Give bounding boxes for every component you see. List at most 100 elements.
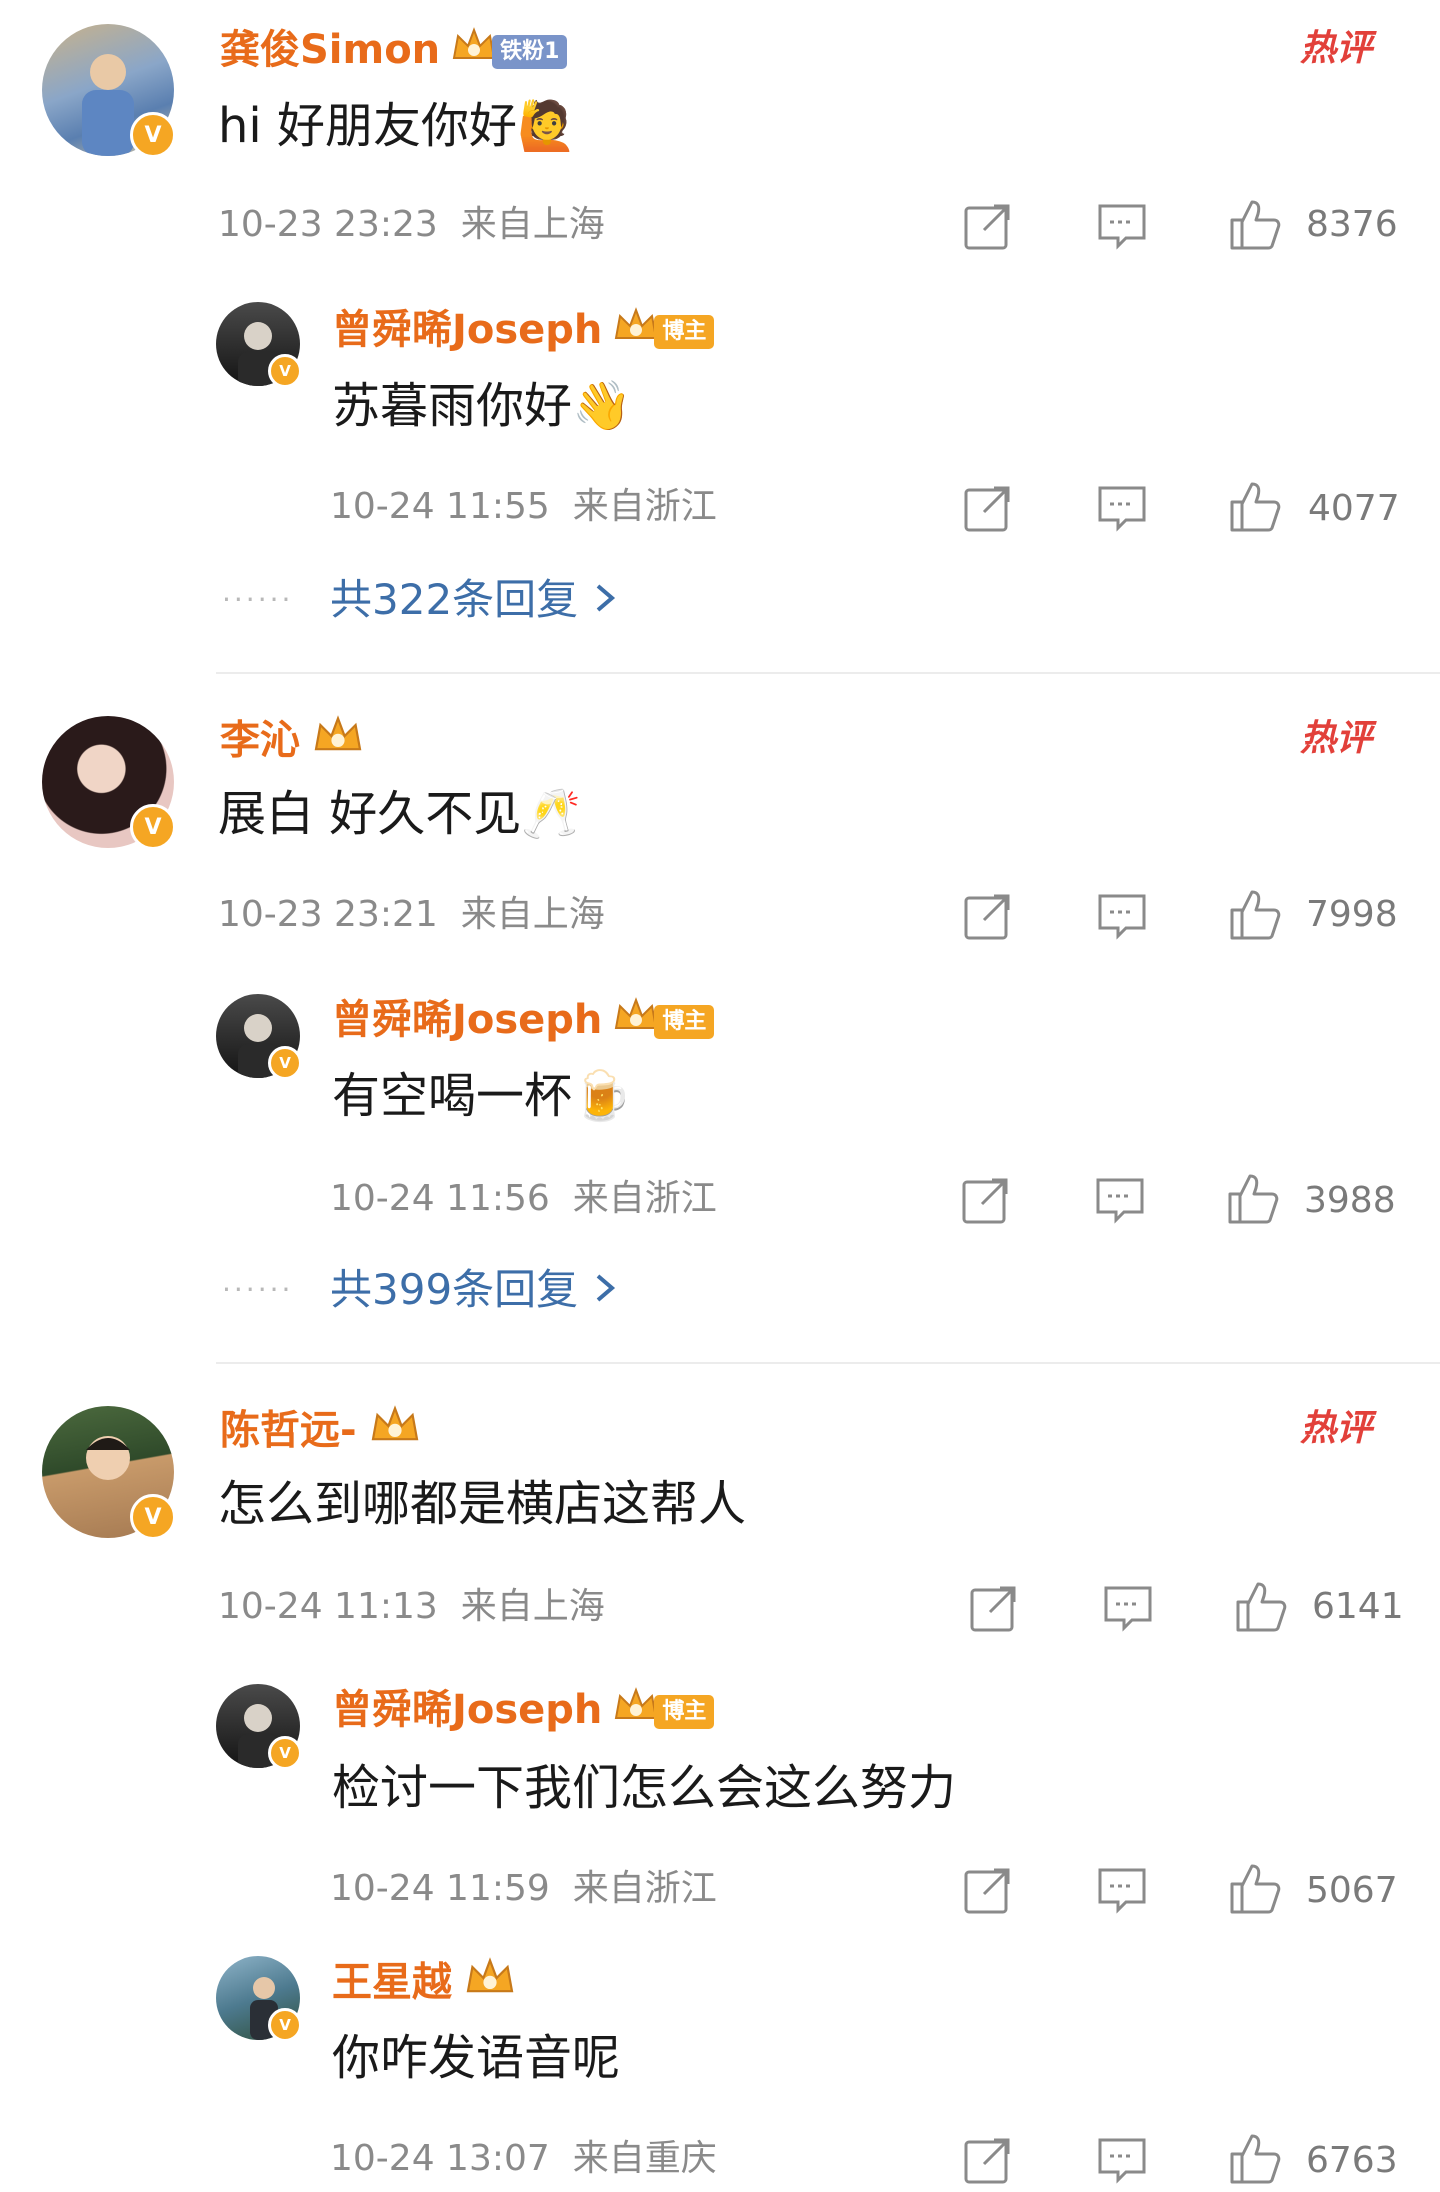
avatar[interactable]: V (216, 1684, 302, 1770)
reply-location: 来自浙江 (572, 1178, 717, 1219)
verified-badge-icon: V (268, 2008, 302, 2042)
reply-location: 来自重庆 (572, 2138, 717, 2179)
reply-time: 10-24 11:56 (330, 1178, 550, 1219)
like-icon[interactable] (1224, 1170, 1280, 1230)
crown-icon (367, 1404, 423, 1461)
reply-author-name[interactable]: 王星越 (332, 1956, 518, 2013)
host-badge: 博主 (654, 1695, 715, 1729)
like-icon[interactable] (1226, 886, 1282, 946)
comment-text: 展白 好久不见🥂 (218, 786, 582, 842)
commenter-name[interactable]: 龚俊Simon 铁粉1 (220, 24, 568, 79)
avatar[interactable]: V (216, 302, 302, 388)
verified-badge-icon: V (130, 112, 176, 158)
verified-badge-icon: V (268, 1046, 302, 1080)
avatar[interactable]: V (42, 1406, 176, 1540)
chevron-right-icon (592, 1265, 618, 1314)
hot-comment-label: 热评 (1300, 1408, 1373, 1449)
comment-location: 来自上海 (460, 894, 605, 935)
more-replies-dots: ······ (222, 583, 294, 616)
avatar[interactable]: V (216, 994, 302, 1080)
reply-text: 你咋发语音呢 (332, 2030, 621, 2086)
crown-icon (310, 714, 366, 771)
hot-comment-label: 热评 (1300, 718, 1373, 759)
verified-badge-icon: V (130, 1494, 176, 1540)
share-icon[interactable] (968, 1582, 1020, 1638)
like-count: 6141 (1312, 1586, 1404, 1627)
comment-time: 10-23 23:23 (218, 204, 438, 245)
avatar[interactable]: V (42, 716, 176, 850)
like-count: 8376 (1306, 204, 1398, 245)
comment-icon[interactable] (1096, 482, 1148, 538)
hot-comment-label: 热评 (1300, 28, 1373, 69)
share-icon[interactable] (962, 2134, 1014, 2190)
crown-icon (612, 1686, 660, 1739)
share-icon[interactable] (962, 482, 1014, 538)
comment-icon[interactable] (1096, 2134, 1148, 2190)
verified-badge-icon: V (268, 354, 302, 388)
verified-badge-icon: V (268, 1736, 302, 1770)
comment-meta: 10-23 23:23 来自上海 (218, 202, 605, 248)
comment-time: 10-23 23:21 (218, 894, 438, 935)
reply-meta: 10-24 11:59 来自浙江 (330, 1866, 717, 1912)
comment-icon[interactable] (1096, 200, 1148, 256)
like-count: 7998 (1306, 894, 1398, 935)
crown-icon (612, 306, 660, 359)
like-icon[interactable] (1226, 478, 1282, 538)
comment-location: 来自上海 (460, 204, 605, 245)
reply-time: 10-24 11:59 (330, 1868, 550, 1909)
crown-icon (462, 1956, 518, 2013)
reply-text: 检讨一下我们怎么会这么努力 (332, 1760, 957, 1816)
crown-icon (450, 26, 498, 79)
like-count: 3988 (1304, 1180, 1396, 1221)
reply-text: 苏暮雨你好👋 (332, 378, 632, 434)
chevron-right-icon (592, 575, 618, 624)
reply-time: 10-24 13:07 (330, 2138, 550, 2179)
thread-divider (216, 672, 1440, 674)
comment-text: hi 好朋友你好🙋 (218, 98, 577, 154)
comment-meta: 10-24 11:13 来自上海 (218, 1584, 605, 1630)
reply-meta: 10-24 13:07 来自重庆 (330, 2136, 717, 2182)
reply-meta: 10-24 11:56 来自浙江 (330, 1176, 717, 1222)
reply-author-name[interactable]: 曾舜晞Joseph 博主 (332, 1684, 715, 1739)
host-badge: 博主 (654, 1005, 715, 1039)
comment-meta: 10-23 23:21 来自上海 (218, 892, 605, 938)
comment-icon[interactable] (1102, 1582, 1154, 1638)
like-icon[interactable] (1226, 2130, 1282, 2190)
comment-icon[interactable] (1094, 1174, 1146, 1230)
reply-time: 10-24 11:55 (330, 486, 550, 527)
like-icon[interactable] (1226, 196, 1282, 256)
fan-level-badge: 铁粉1 (492, 35, 568, 69)
avatar[interactable]: V (42, 24, 176, 158)
more-replies-link[interactable]: 共322条回复 (330, 572, 618, 628)
reply-location: 来自浙江 (572, 1868, 717, 1909)
comment-text: 怎么到哪都是横店这帮人 (218, 1476, 747, 1532)
comment-icon[interactable] (1096, 890, 1148, 946)
comment-feed: V 龚俊Simon 铁粉1 热评 hi 好朋友你好🙋 10-23 23:23 来自… (0, 0, 1440, 2192)
like-count: 5067 (1306, 1870, 1398, 1911)
share-icon[interactable] (962, 1864, 1014, 1920)
reply-text: 有空喝一杯🍺 (332, 1068, 632, 1124)
reply-meta: 10-24 11:55 来自浙江 (330, 484, 717, 530)
comment-time: 10-24 11:13 (218, 1586, 438, 1627)
comment-icon[interactable] (1096, 1864, 1148, 1920)
avatar[interactable]: V (216, 1956, 302, 2042)
reply-author-name[interactable]: 曾舜晞Joseph 博主 (332, 304, 715, 359)
like-count: 4077 (1308, 488, 1400, 529)
verified-badge-icon: V (130, 804, 176, 850)
commenter-name[interactable]: 陈哲远- (220, 1404, 423, 1461)
like-count: 6763 (1306, 2140, 1398, 2181)
crown-icon (612, 996, 660, 1049)
like-icon[interactable] (1226, 1860, 1282, 1920)
share-icon[interactable] (962, 200, 1014, 256)
like-icon[interactable] (1232, 1578, 1288, 1638)
reply-location: 来自浙江 (572, 486, 717, 527)
thread-divider (216, 1362, 1440, 1364)
reply-author-name[interactable]: 曾舜晞Joseph 博主 (332, 994, 715, 1049)
commenter-name[interactable]: 李沁 (220, 714, 366, 771)
more-replies-link[interactable]: 共399条回复 (330, 1262, 618, 1318)
host-badge: 博主 (654, 315, 715, 349)
share-icon[interactable] (960, 1174, 1012, 1230)
comment-location: 来自上海 (460, 1586, 605, 1627)
more-replies-dots: ······ (222, 1273, 294, 1306)
share-icon[interactable] (962, 890, 1014, 946)
